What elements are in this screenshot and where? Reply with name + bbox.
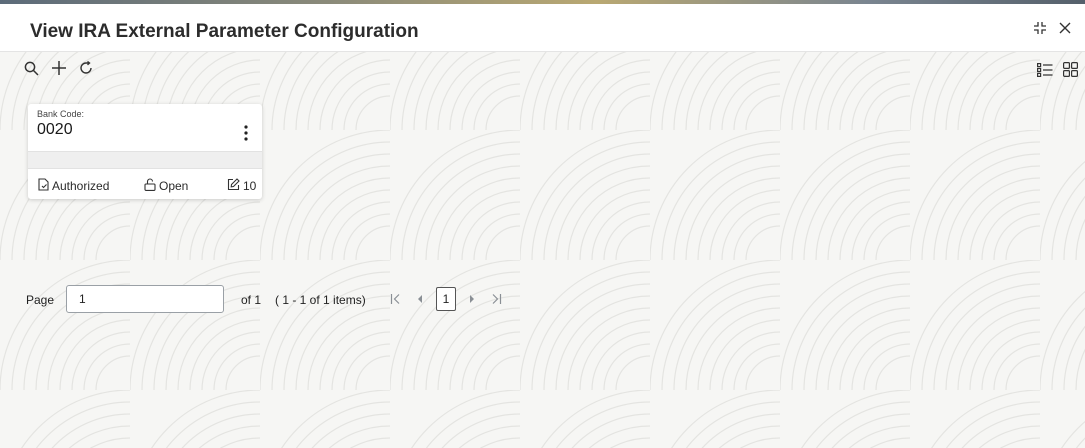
items-range-text: ( 1 - 1 of 1 items) (275, 293, 366, 307)
toolbar (24, 60, 93, 76)
bank-code-value: 0020 (37, 121, 73, 138)
bank-code-label: Bank Code: (37, 109, 85, 119)
close-icon[interactable] (1059, 22, 1071, 34)
list-view-icon[interactable] (1037, 62, 1053, 77)
record-card[interactable]: Bank Code: 0020 Authorized Open 10 (28, 104, 262, 199)
minimize-icon[interactable] (1033, 21, 1047, 35)
modification-count: 10 (227, 178, 256, 194)
refresh-icon[interactable] (79, 61, 93, 75)
record-status-text: Open (159, 179, 189, 193)
previous-page-icon[interactable] (412, 287, 428, 311)
card-divider (28, 151, 262, 169)
last-page-icon[interactable] (488, 287, 504, 311)
page-title: View IRA External Parameter Configuratio… (30, 21, 419, 42)
add-icon[interactable] (51, 60, 67, 76)
page-total-text: of 1 (241, 293, 262, 307)
tile-view-icon[interactable] (1063, 62, 1078, 77)
window-header: View IRA External Parameter Configuratio… (0, 4, 1085, 52)
authorization-status-text: Authorized (52, 179, 110, 193)
edit-icon (227, 178, 240, 194)
search-icon[interactable] (24, 61, 39, 76)
card-footer: Authorized Open 10 (28, 169, 262, 199)
next-page-icon[interactable] (464, 287, 480, 311)
unlock-icon (144, 178, 156, 194)
kebab-menu-icon[interactable] (244, 125, 248, 141)
modification-count-text: 10 (243, 179, 257, 193)
page-label: Page (26, 293, 55, 307)
page-number-input[interactable] (66, 285, 224, 313)
first-page-icon[interactable] (388, 287, 404, 311)
pagination: Page of 1 ( 1 - 1 of 1 items) 1 (0, 285, 1085, 315)
view-toggle (1037, 62, 1078, 77)
page-navigation: 1 (388, 287, 504, 311)
record-status: Open (144, 178, 188, 194)
current-page-indicator[interactable]: 1 (436, 287, 456, 311)
authorized-icon (38, 178, 49, 194)
background-pattern (0, 0, 1085, 448)
authorization-status: Authorized (38, 178, 109, 194)
